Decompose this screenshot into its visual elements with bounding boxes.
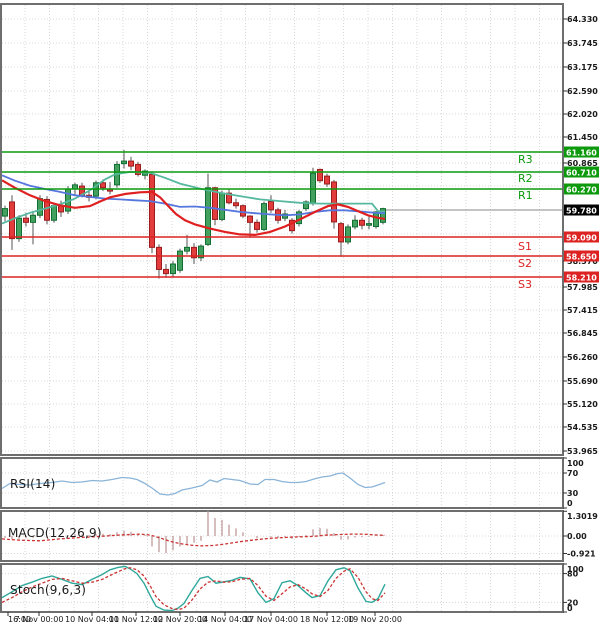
- price-tag-r1: 60.270: [564, 184, 599, 195]
- stoch-axis-label: 0: [567, 604, 573, 613]
- y-axis-label: 62.590: [567, 87, 598, 96]
- macd-axis-label: 1.3019: [567, 512, 598, 521]
- candle-up: [220, 191, 225, 221]
- price-tag-r2-text: 60.710: [566, 169, 597, 178]
- stoch-label: Stoch(9,6,3): [10, 583, 86, 597]
- rsi-axis-label: 0: [567, 499, 573, 508]
- y-axis-label: 54.535: [567, 423, 598, 432]
- rsi-axis-label: 30: [567, 489, 579, 498]
- y-axis-label: 61.450: [567, 133, 598, 142]
- y-axis-label: 56.845: [567, 329, 598, 338]
- y-axis-label: 64.330: [567, 15, 598, 24]
- candle-up: [346, 224, 351, 244]
- y-axis-label: 53.965: [567, 447, 598, 456]
- x-axis-label: 7 Nov 00:00: [15, 615, 64, 624]
- price-tag-s2: 58.650: [564, 251, 599, 262]
- price-tag-last-text: 59.780: [566, 207, 597, 216]
- price-tag-s3-text: 58.210: [566, 274, 597, 283]
- macd-label: MACD(12,26,9): [8, 526, 102, 540]
- y-axis-label: 56.260: [567, 353, 598, 362]
- candle-up: [17, 215, 22, 242]
- y-axis-label: 55.120: [567, 400, 598, 409]
- pivot-label-r2: R2: [518, 172, 533, 185]
- pivot-label-s3: S3: [518, 278, 532, 291]
- candle-down: [150, 172, 155, 253]
- price-tag-s2-text: 58.650: [566, 253, 597, 262]
- y-axis-label: 57.985: [567, 283, 598, 292]
- y-axis-label: 55.690: [567, 377, 598, 386]
- x-axis-label: 18 Nov 12:00: [300, 615, 354, 624]
- rsi-label: RSI(14): [10, 477, 56, 491]
- y-axis-label: 57.415: [567, 306, 598, 315]
- y-axis-label: 62.020: [567, 110, 598, 119]
- price-tag-s3: 58.210: [564, 272, 599, 283]
- technical-analysis-chart: { "chart_data": { "type": "candlestick",…: [0, 0, 600, 626]
- price-tag-r2: 60.710: [564, 167, 599, 178]
- rsi-axis-label: 100: [567, 459, 584, 468]
- stoch-axis-label: 80: [567, 570, 579, 579]
- y-axis-label: 63.175: [567, 63, 598, 72]
- pivot-label-s2: S2: [518, 257, 532, 270]
- price-tag-r3-text: 61.160: [566, 149, 597, 158]
- x-axis-label: 17 Nov 04:00: [244, 615, 298, 624]
- candle-up: [178, 249, 183, 273]
- candle-up: [262, 202, 267, 232]
- macd-axis-label: -0.921: [567, 549, 596, 558]
- macd-axis-label: 0.00: [567, 532, 587, 541]
- candle-up: [311, 168, 316, 206]
- candle-down: [318, 169, 323, 183]
- x-axis-label: 19 Nov 20:00: [348, 615, 402, 624]
- price-tag-s1-text: 59.090: [566, 234, 597, 243]
- price-tag-last: 59.780: [564, 205, 599, 216]
- price-tag-s1: 59.090: [564, 232, 599, 243]
- rsi-axis-label: 70: [567, 469, 579, 478]
- price-tag-r1-text: 60.270: [566, 186, 597, 195]
- candle-down: [136, 162, 141, 177]
- price-tag-r3: 61.160: [564, 147, 599, 158]
- pivot-label-r3: R3: [518, 153, 533, 166]
- candle-up: [381, 208, 386, 225]
- pivot-label-s1: S1: [518, 240, 532, 253]
- pivot-label-r1: R1: [518, 189, 533, 202]
- y-axis-label: 63.745: [567, 39, 598, 48]
